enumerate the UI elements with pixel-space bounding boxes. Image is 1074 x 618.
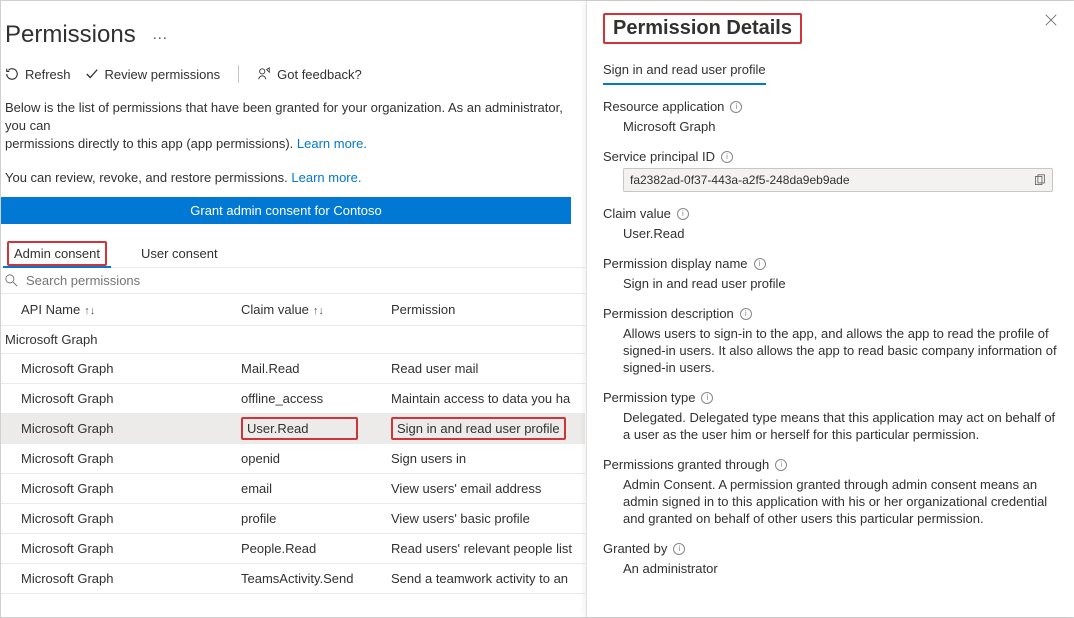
cell-permission: Maintain access to data you ha <box>391 383 585 414</box>
sort-icon: ↑↓ <box>84 305 95 317</box>
refresh-icon <box>5 67 19 81</box>
description-value: Allows users to sign-in to the app, and … <box>603 321 1058 376</box>
intro-line2: You can review, revoke, and restore perm… <box>5 170 291 185</box>
cell-claim-value: profile <box>241 503 391 534</box>
learn-more-link-2[interactable]: Learn more. <box>291 170 361 185</box>
table-group-header: Microsoft Graph <box>1 326 585 354</box>
type-label: Permission type <box>603 390 695 405</box>
info-icon[interactable]: i <box>721 151 733 163</box>
cell-claim-value: openid <box>241 443 391 474</box>
col-claim-value[interactable]: Claim value↑↓ <box>241 294 391 325</box>
granted-through-label: Permissions granted through <box>603 457 769 472</box>
table-row[interactable]: Microsoft GraphUser.ReadSign in and read… <box>1 414 585 444</box>
spid-value: fa2382ad-0f37-443a-a2f5-248da9eb9ade <box>630 173 850 187</box>
cell-api-name: Microsoft Graph <box>1 563 241 594</box>
col-permission[interactable]: Permission <box>391 294 585 325</box>
cell-api-name: Microsoft Graph <box>1 353 241 384</box>
info-icon[interactable]: i <box>775 459 787 471</box>
highlight-admin-consent: Admin consent <box>7 241 107 266</box>
spid-field[interactable]: fa2382ad-0f37-443a-a2f5-248da9eb9ade <box>623 168 1053 192</box>
table-row[interactable]: Microsoft GraphTeamsActivity.SendSend a … <box>1 564 585 594</box>
type-value: Delegated. Delegated type means that thi… <box>603 405 1058 443</box>
info-icon[interactable]: i <box>730 101 742 113</box>
cell-api-name: Microsoft Graph <box>1 473 241 504</box>
granted-by-label: Granted by <box>603 541 667 556</box>
command-bar: Refresh Review permissions Got feedback? <box>1 57 585 93</box>
cell-permission: Read user mail <box>391 353 585 384</box>
display-name-label: Permission display name <box>603 256 748 271</box>
more-actions-icon[interactable]: … <box>152 26 170 44</box>
cell-api-name: Microsoft Graph <box>1 413 241 444</box>
resource-app-label: Resource application <box>603 99 724 114</box>
claim-value: User.Read <box>603 221 1058 242</box>
cell-claim-value: Mail.Read <box>241 353 391 384</box>
claim-label: Claim value <box>603 206 671 221</box>
cell-claim-value: TeamsActivity.Send <box>241 563 391 594</box>
table-row[interactable]: Microsoft GraphprofileView users' basic … <box>1 504 585 534</box>
cell-claim-value: User.Read <box>241 413 391 444</box>
cell-permission: Sign users in <box>391 443 585 474</box>
toolbar-separator <box>238 65 239 83</box>
table-header: API Name↑↓ Claim value↑↓ Permission <box>1 294 585 326</box>
intro-text-1: Below is the list of permissions that ha… <box>1 93 585 153</box>
cell-permission: Read users' relevant people list <box>391 533 585 564</box>
tab-admin-consent[interactable]: Admin consent <box>3 242 111 267</box>
sort-icon: ↑↓ <box>313 305 324 317</box>
resource-app-value: Microsoft Graph <box>603 114 1058 135</box>
granted-by-value: An administrator <box>603 556 1058 577</box>
info-icon[interactable]: i <box>701 392 713 404</box>
consent-tabs: Admin consent User consent <box>1 242 585 268</box>
search-input[interactable] <box>24 272 585 289</box>
info-icon[interactable]: i <box>677 208 689 220</box>
col-api-name[interactable]: API Name↑↓ <box>1 294 241 325</box>
page-title: Permissions <box>5 21 136 49</box>
intro-text-2: You can review, revoke, and restore perm… <box>1 163 585 187</box>
description-label: Permission description <box>603 306 734 321</box>
cell-claim-value: People.Read <box>241 533 391 564</box>
main-pane: Permissions … Refresh Review permissions <box>1 1 585 617</box>
info-icon[interactable]: i <box>740 308 752 320</box>
cell-permission: View users' email address <box>391 473 585 504</box>
search-icon <box>5 274 18 287</box>
permission-details-panel: Permission Details Sign in and read user… <box>586 1 1074 617</box>
intro-line1a: Below is the list of permissions that ha… <box>5 100 563 133</box>
copy-icon[interactable] <box>1033 174 1046 187</box>
intro-line1b: permissions directly to this app (app pe… <box>5 136 297 151</box>
review-permissions-button[interactable]: Review permissions <box>85 67 221 82</box>
tab-user-consent[interactable]: User consent <box>137 242 222 267</box>
cell-api-name: Microsoft Graph <box>1 533 241 564</box>
check-icon <box>85 67 99 81</box>
grant-admin-consent-button[interactable]: Grant admin consent for Contoso <box>1 197 571 224</box>
panel-title: Permission Details <box>603 13 802 44</box>
cell-claim-value: offline_access <box>241 383 391 414</box>
cell-claim-value: email <box>241 473 391 504</box>
granted-through-value: Admin Consent. A permission granted thro… <box>603 472 1058 527</box>
table-row[interactable]: Microsoft GraphMail.ReadRead user mail <box>1 354 585 384</box>
table-row[interactable]: Microsoft GraphopenidSign users in <box>1 444 585 474</box>
refresh-label: Refresh <box>25 67 71 82</box>
info-icon[interactable]: i <box>754 258 766 270</box>
review-label: Review permissions <box>105 67 221 82</box>
cell-api-name: Microsoft Graph <box>1 503 241 534</box>
feedback-button[interactable]: Got feedback? <box>257 67 362 82</box>
feedback-icon <box>257 67 271 81</box>
cell-permission: Sign in and read user profile <box>391 413 585 444</box>
cell-api-name: Microsoft Graph <box>1 383 241 414</box>
cell-api-name: Microsoft Graph <box>1 443 241 474</box>
spid-label: Service principal ID <box>603 149 715 164</box>
display-name-value: Sign in and read user profile <box>603 271 1058 292</box>
learn-more-link-1[interactable]: Learn more. <box>297 136 367 151</box>
close-button[interactable] <box>1044 13 1058 27</box>
table-row[interactable]: Microsoft Graphoffline_accessMaintain ac… <box>1 384 585 414</box>
cell-permission: Send a teamwork activity to an <box>391 563 585 594</box>
table-row[interactable]: Microsoft GraphPeople.ReadRead users' re… <box>1 534 585 564</box>
table-row[interactable]: Microsoft GraphemailView users' email ad… <box>1 474 585 504</box>
refresh-button[interactable]: Refresh <box>5 67 71 82</box>
feedback-label: Got feedback? <box>277 67 362 82</box>
info-icon[interactable]: i <box>673 543 685 555</box>
panel-tab[interactable]: Sign in and read user profile <box>603 62 766 85</box>
cell-permission: View users' basic profile <box>391 503 585 534</box>
